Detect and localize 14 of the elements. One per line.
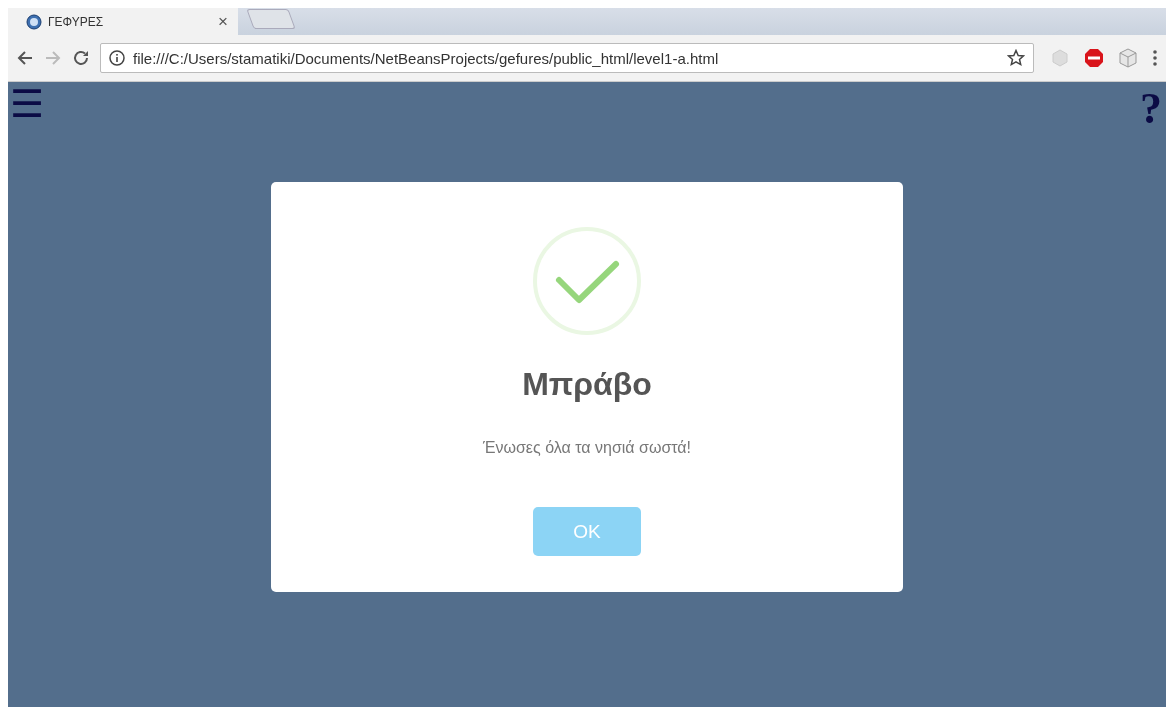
info-icon <box>109 50 125 66</box>
dialog-message: Ένωσες όλα τα νησιά σωστά! <box>482 439 692 457</box>
browser-tab[interactable]: ΓΕΦΥΡΕΣ × <box>8 8 238 35</box>
url-text: file:///C:/Users/stamatiki/Documents/NetBeansProjects/gefures/public_html/level1-a.html <box>133 49 720 67</box>
tab-title: ΓΕΦΥΡΕΣ <box>48 14 105 29</box>
back-icon[interactable] <box>16 49 34 67</box>
stop-sign-icon[interactable] <box>1084 48 1104 68</box>
dialog-title: Μπράβο <box>522 366 652 403</box>
address-bar[interactable]: file:///C:/Users/stamatiki/Documents/NetBeansProjects/gefures/public_html/level1-a.html <box>100 43 1034 73</box>
reload-icon[interactable] <box>72 49 90 67</box>
star-icon[interactable] <box>1007 49 1025 67</box>
success-check-icon <box>532 226 642 336</box>
more-icon[interactable] <box>1152 49 1158 67</box>
close-icon[interactable]: × <box>218 11 228 32</box>
